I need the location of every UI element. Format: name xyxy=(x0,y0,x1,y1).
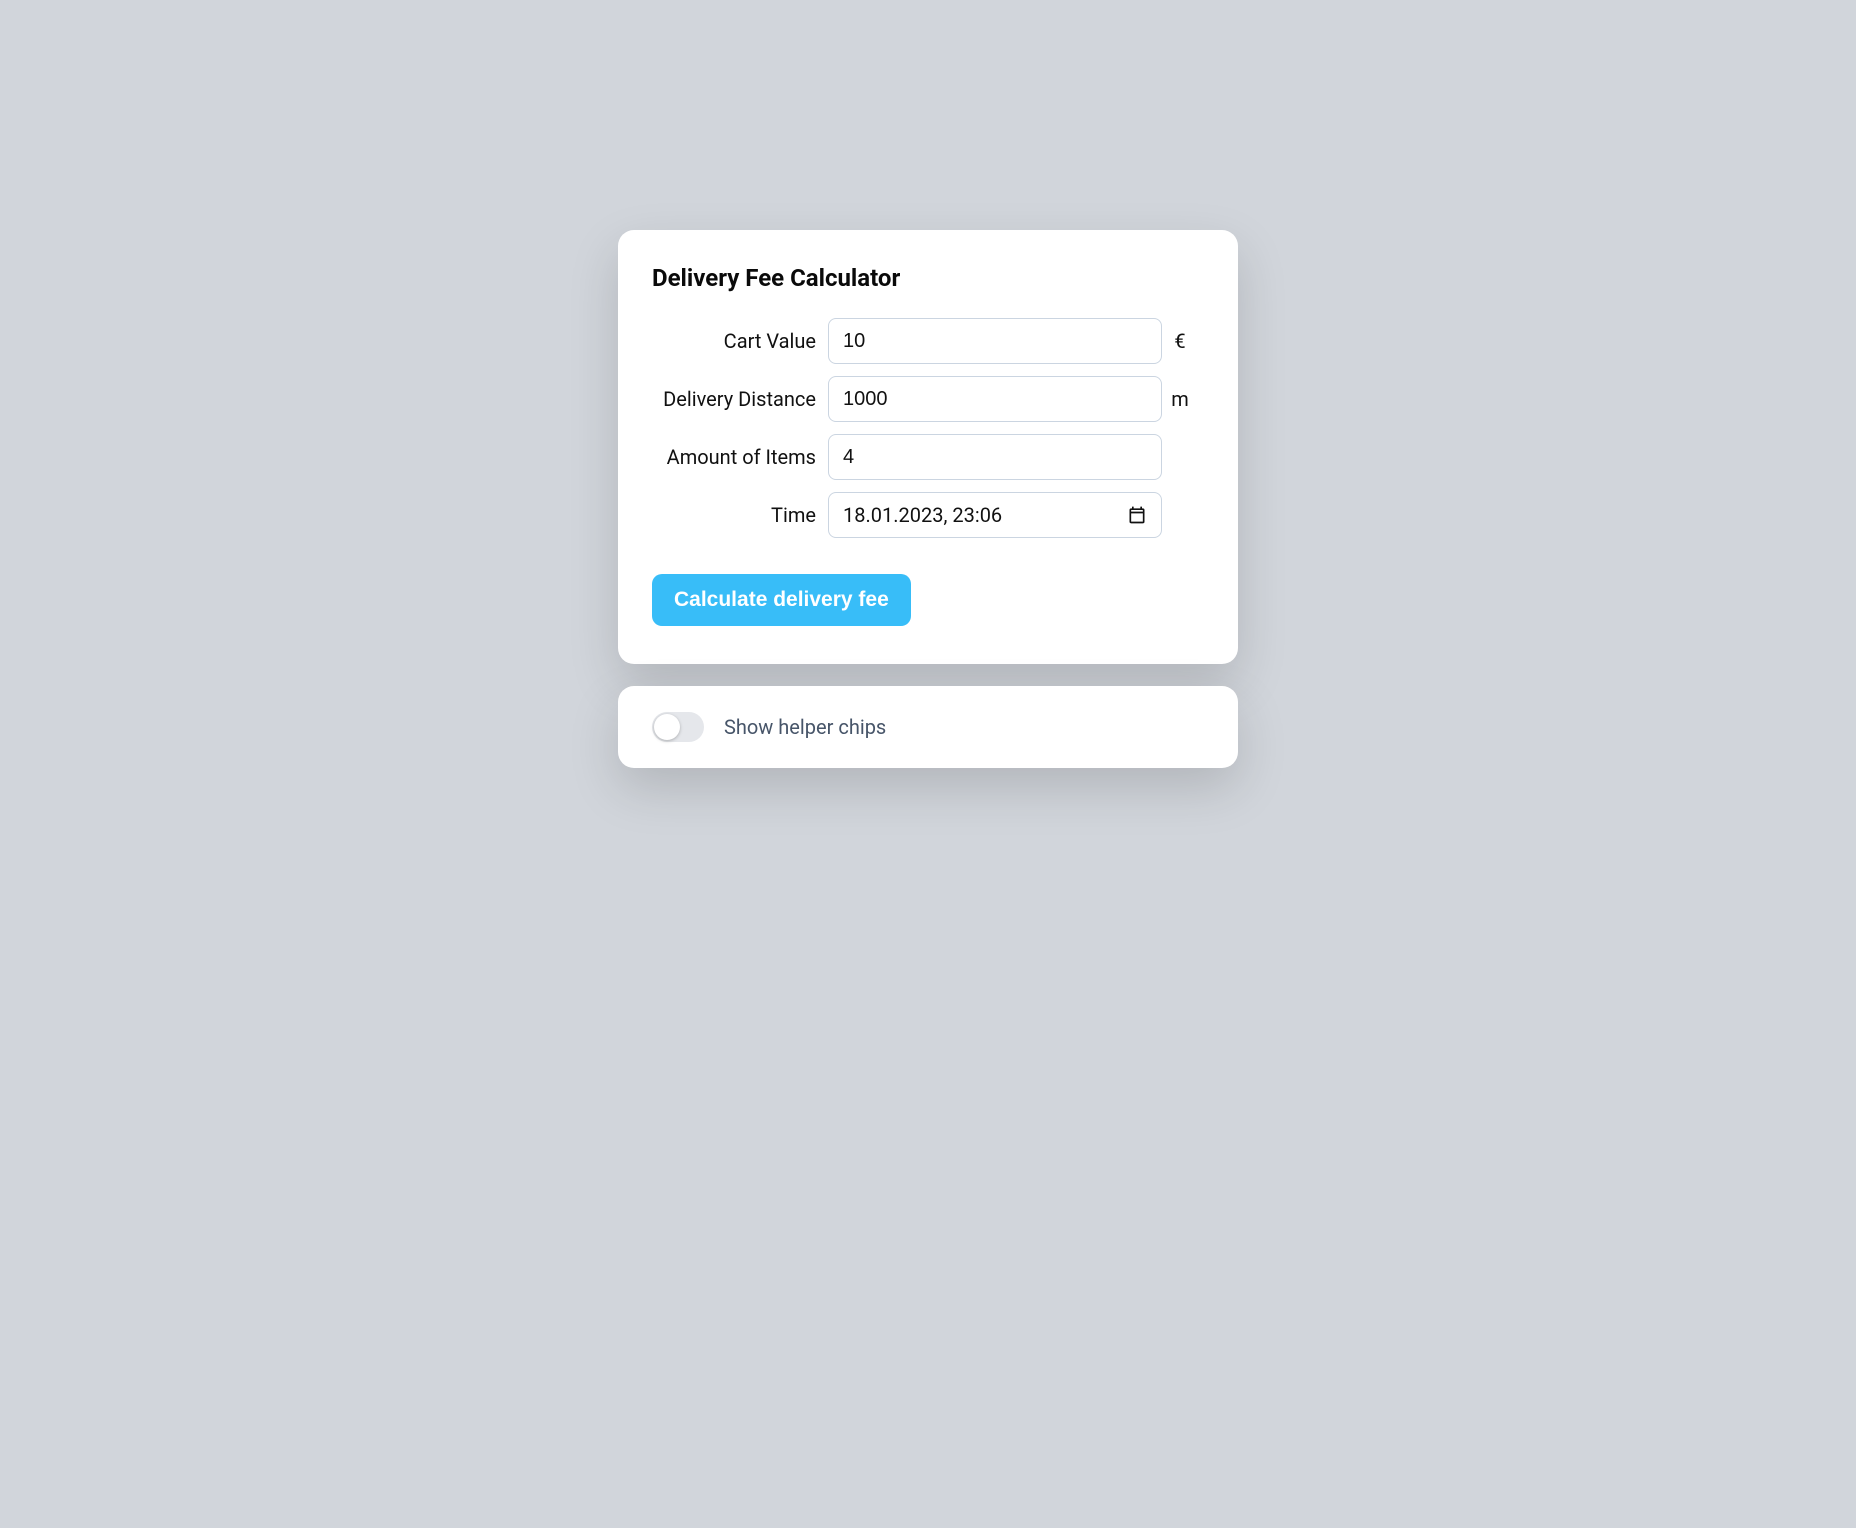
cart-value-row: Cart Value € xyxy=(652,318,1204,364)
page-title: Delivery Fee Calculator xyxy=(652,264,1204,292)
time-label: Time xyxy=(652,503,828,527)
delivery-distance-label: Delivery Distance xyxy=(652,387,828,411)
time-value: 18.01.2023, 23:06 xyxy=(843,503,1002,527)
amount-of-items-row: Amount of Items xyxy=(652,434,1204,480)
delivery-distance-unit: m xyxy=(1162,387,1198,411)
toggle-knob xyxy=(654,714,680,740)
amount-of-items-input[interactable] xyxy=(828,434,1162,480)
calculator-card: Delivery Fee Calculator Cart Value € Del… xyxy=(618,230,1238,664)
delivery-distance-row: Delivery Distance m xyxy=(652,376,1204,422)
cart-value-label: Cart Value xyxy=(652,329,828,353)
cart-value-unit: € xyxy=(1162,329,1198,353)
helper-chips-toggle[interactable] xyxy=(652,712,704,742)
delivery-distance-input[interactable] xyxy=(828,376,1162,422)
amount-of-items-label: Amount of Items xyxy=(652,445,828,469)
cart-value-input[interactable] xyxy=(828,318,1162,364)
helper-chips-label: Show helper chips xyxy=(724,715,886,739)
helper-card: Show helper chips xyxy=(618,686,1238,768)
time-input[interactable]: 18.01.2023, 23:06 xyxy=(828,492,1162,538)
calendar-icon xyxy=(1127,505,1147,525)
calculate-button[interactable]: Calculate delivery fee xyxy=(652,574,911,626)
time-row: Time 18.01.2023, 23:06 xyxy=(652,492,1204,538)
